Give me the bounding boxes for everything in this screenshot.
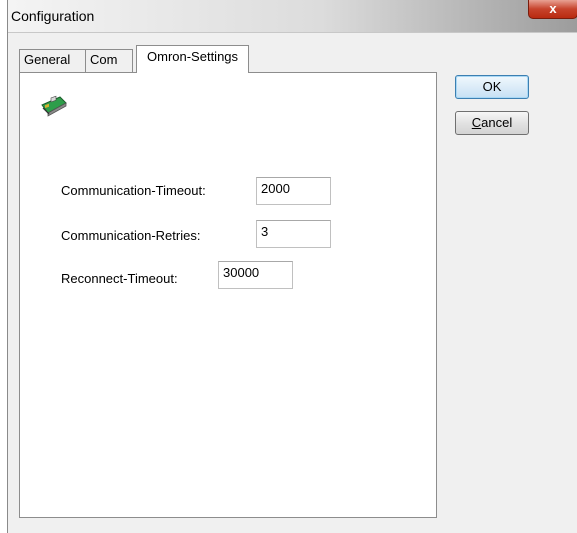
reconnect-timeout-label: Reconnect-Timeout: [61,271,178,286]
close-button[interactable]: x [528,0,577,19]
tab-general[interactable]: General [19,49,86,72]
tab-general-label: General [24,52,71,67]
tab-omron-settings-label: Omron-Settings [147,49,239,64]
close-icon: x [549,1,557,16]
comm-retries-input[interactable]: 3 [256,220,331,248]
configuration-window: Configuration x General Com Omron-Settin… [7,0,577,533]
omron-settings-panel: Communication-Timeout: 2000 Communicatio… [19,72,437,518]
cancel-button-label: ancel [481,115,513,130]
comm-retries-label: Communication-Retries: [61,228,201,243]
reconnect-timeout-input[interactable]: 30000 [218,261,293,289]
window-title: Configuration [11,8,95,24]
tab-com[interactable]: Com [85,49,133,72]
cancel-mnemonic: C [471,115,482,130]
ok-button-label: OK [482,79,502,94]
comm-timeout-input[interactable]: 2000 [256,177,331,205]
tab-omron-settings[interactable]: Omron-Settings [136,45,249,73]
comm-timeout-label: Communication-Timeout: [61,183,206,198]
ok-button[interactable]: OK [455,75,529,99]
network-card-icon [41,95,67,117]
title-bar[interactable]: Configuration x [8,0,577,33]
tab-com-label: Com [90,52,118,67]
cancel-button[interactable]: Cancel [455,111,529,135]
